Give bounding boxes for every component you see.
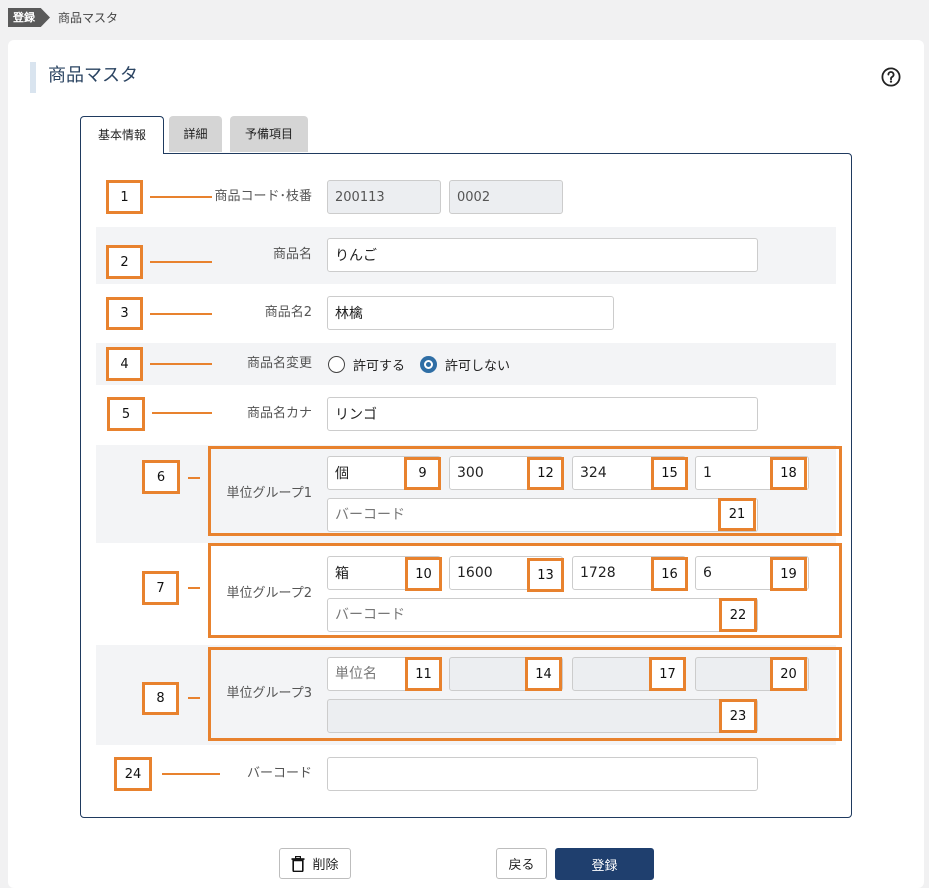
register-button[interactable]: 登録 xyxy=(555,848,654,880)
unit-group3-label: 単位グループ3 xyxy=(226,686,313,701)
annotation-marker: 8 xyxy=(142,682,179,715)
title-accent-bar xyxy=(30,62,36,93)
unit-group3-barcode-input xyxy=(327,699,758,733)
breadcrumb-current: 商品マスタ xyxy=(58,11,119,25)
annotation-marker: 15 xyxy=(651,457,688,490)
annotation-marker: 2 xyxy=(106,245,143,279)
annotation-marker: 17 xyxy=(649,657,686,691)
product-name2-label: 商品名2 xyxy=(264,305,312,320)
annotation-marker: 3 xyxy=(106,297,143,330)
radio-allow-label: 許可する xyxy=(353,358,406,374)
tab-reserve-items[interactable]: 予備項目 xyxy=(230,116,308,152)
barcode-input[interactable] xyxy=(327,757,758,791)
annotation-marker: 7 xyxy=(142,571,179,605)
annotation-marker: 11 xyxy=(405,657,442,691)
radio-allow-indicator[interactable] xyxy=(328,355,345,373)
name-change-radio-group: 許可する 許可しない xyxy=(328,347,525,381)
radio-allow[interactable]: 許可する xyxy=(328,355,405,374)
annotation-leader-line xyxy=(188,477,200,479)
back-button[interactable]: 戻る xyxy=(496,848,547,879)
annotation-marker: 4 xyxy=(106,347,143,381)
radio-disallow[interactable]: 許可しない xyxy=(420,355,510,374)
annotation-marker: 1 xyxy=(106,180,143,214)
product-kana-input[interactable] xyxy=(327,397,758,431)
annotation-marker: 19 xyxy=(770,557,807,591)
delete-button[interactable]: 削除 xyxy=(279,848,351,879)
annotation-marker: 12 xyxy=(527,457,564,490)
barcode-label: バーコード xyxy=(246,766,312,781)
help-button[interactable] xyxy=(881,67,901,87)
question-circle-icon xyxy=(881,67,901,87)
breadcrumb-badge[interactable]: 登録 xyxy=(8,8,50,27)
radio-disallow-indicator[interactable] xyxy=(420,355,438,373)
product-code-label: 商品コード･枝番 xyxy=(214,189,312,204)
unit-group1-label: 単位グループ1 xyxy=(226,486,313,501)
unit-group2-label: 単位グループ2 xyxy=(226,586,313,601)
name-change-label: 商品名変更 xyxy=(246,356,312,371)
annotation-marker: 13 xyxy=(527,558,564,592)
annotation-marker: 18 xyxy=(770,457,807,490)
delete-button-label: 削除 xyxy=(312,858,339,873)
annotation-leader-line xyxy=(188,697,200,699)
product-name-input[interactable] xyxy=(327,238,758,272)
annotation-marker: 5 xyxy=(107,397,145,431)
basic-info-panel: 1 商品コード･枝番 2 商品名 3 商品名2 4 商品名変更 許可する 許可し… xyxy=(80,153,852,818)
product-code-field xyxy=(327,180,441,214)
product-name2-input[interactable] xyxy=(327,296,614,330)
annotation-marker: 20 xyxy=(770,657,807,691)
product-name-label: 商品名 xyxy=(272,247,312,262)
unit-group1-barcode-input[interactable] xyxy=(327,498,758,532)
annotation-marker: 16 xyxy=(651,557,688,591)
page-title: 商品マスタ xyxy=(48,65,138,86)
annotation-marker: 24 xyxy=(114,757,152,791)
branch-number-field xyxy=(449,180,563,214)
annotation-marker: 6 xyxy=(142,460,180,494)
annotation-marker: 22 xyxy=(719,598,757,632)
radio-disallow-label: 許可しない xyxy=(445,358,511,374)
annotation-leader-line xyxy=(188,587,200,589)
annotation-marker: 10 xyxy=(405,557,442,591)
annotation-marker: 9 xyxy=(404,457,441,490)
annotation-marker: 23 xyxy=(719,699,757,733)
tab-basic-info[interactable]: 基本情報 xyxy=(80,116,164,154)
trash-icon xyxy=(291,855,305,872)
tab-details[interactable]: 詳細 xyxy=(169,116,222,152)
product-kana-label: 商品名カナ xyxy=(246,406,312,421)
annotation-marker: 21 xyxy=(718,498,756,531)
annotation-marker: 14 xyxy=(525,657,562,691)
unit-group2-barcode-input[interactable] xyxy=(327,598,758,632)
